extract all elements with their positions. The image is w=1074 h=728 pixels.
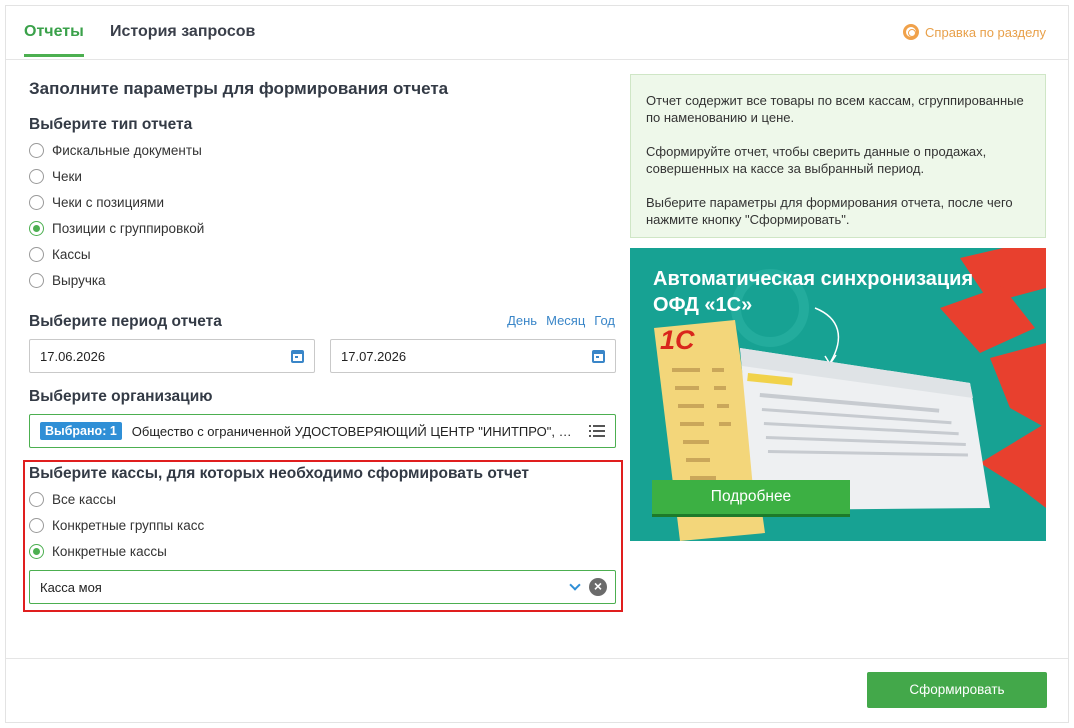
selected-count-badge: Выбрано: 1	[40, 422, 122, 440]
radio-button[interactable]	[29, 195, 44, 210]
info-paragraph: Отчет содержит все товары по всем кассам…	[646, 93, 1024, 125]
radio-label: Чеки с позициями	[52, 195, 165, 210]
radio-button[interactable]	[29, 273, 44, 288]
banner-more-button[interactable]: Подробнее	[652, 480, 850, 514]
radio-button[interactable]	[29, 169, 44, 184]
kassa-select[interactable]: Касса моя ×	[29, 570, 616, 604]
kassa-select-value: Касса моя	[40, 579, 102, 595]
date-to-input[interactable]: 17.07.2026	[330, 339, 616, 373]
radio-label: Все кассы	[52, 492, 116, 507]
active-tab-indicator	[24, 54, 84, 57]
help-link-label: Справка по разделу	[925, 24, 1046, 40]
radio-button[interactable]	[29, 492, 44, 507]
lifebuoy-icon	[903, 24, 920, 40]
radio-positions-grouped[interactable]: Позиции с группировкой	[29, 221, 204, 236]
generate-report-button[interactable]: Сформировать	[867, 672, 1047, 708]
info-paragraph: Выберите параметры для формирования отче…	[646, 195, 1013, 227]
kassa-heading: Выберите кассы, для которых необходимо с…	[29, 465, 529, 482]
list-icon[interactable]	[589, 425, 605, 437]
radio-button-checked[interactable]	[29, 544, 44, 559]
clear-icon[interactable]: ×	[589, 578, 607, 596]
radio-label: Позиции с группировкой	[52, 221, 205, 236]
radio-button[interactable]	[29, 518, 44, 533]
banner-title-line: Автоматическая синхронизация	[653, 268, 974, 290]
radio-label: Кассы	[52, 247, 91, 262]
tab-request-history[interactable]: История запросов	[110, 23, 255, 41]
radio-label: Конкретные группы касс	[52, 518, 205, 533]
radio-kassas[interactable]: Кассы	[29, 247, 91, 262]
logo-1c: 1С	[660, 325, 695, 355]
radio-receipts[interactable]: Чеки	[29, 169, 82, 184]
radio-receipts-with-positions[interactable]: Чеки с позициями	[29, 195, 164, 210]
radio-kassa-groups[interactable]: Конкретные группы касс	[29, 518, 204, 533]
period-link-year[interactable]: Год	[594, 313, 615, 328]
calendar-icon[interactable]	[291, 349, 304, 363]
date-from-input[interactable]: 17.06.2026	[29, 339, 315, 373]
radio-button[interactable]	[29, 143, 44, 158]
help-link[interactable]: Справка по разделу	[903, 24, 1046, 40]
info-paragraph: Сформируйте отчет, чтобы сверить данные …	[646, 144, 987, 176]
calendar-icon[interactable]	[592, 349, 605, 363]
report-type-heading: Выберите тип отчета	[29, 116, 193, 133]
radio-fiscal-documents[interactable]: Фискальные документы	[29, 143, 202, 158]
form-title: Заполните параметры для формирования отч…	[29, 79, 449, 98]
period-quick-links: День Месяц Год	[507, 313, 615, 328]
tab-reports[interactable]: Отчеты	[24, 23, 84, 41]
date-to-value: 17.07.2026	[341, 348, 407, 364]
tab-bar: Отчеты История запросов Справка по разде…	[6, 6, 1068, 60]
radio-specific-kassas[interactable]: Конкретные кассы	[29, 544, 167, 559]
radio-label: Фискальные документы	[52, 143, 202, 158]
radio-all-kassas[interactable]: Все кассы	[29, 492, 116, 507]
radio-button-checked[interactable]	[29, 221, 44, 236]
chevron-down-icon[interactable]	[569, 579, 581, 591]
period-link-month[interactable]: Месяц	[546, 313, 585, 328]
period-link-day[interactable]: День	[507, 313, 537, 328]
footer-divider	[6, 658, 1068, 659]
radio-button[interactable]	[29, 247, 44, 262]
period-heading: Выберите период отчета	[29, 313, 222, 330]
radio-label: Чеки	[52, 169, 82, 184]
banner-title: Автоматическая синхронизация ОФД «1С»	[653, 266, 973, 318]
promo-banner[interactable]: Автоматическая синхронизация ОФД «1С» 1С…	[630, 248, 1046, 541]
report-info-box: Отчет содержит все товары по всем кассам…	[630, 74, 1046, 238]
radio-label: Выручка	[52, 273, 106, 288]
radio-label: Конкретные кассы	[52, 544, 167, 559]
organization-select[interactable]: Выбрано: 1 Общество с ограниченной УДОСТ…	[29, 414, 616, 448]
banner-title-line: ОФД «1С»	[653, 294, 753, 316]
date-from-value: 17.06.2026	[40, 348, 106, 364]
report-page: Отчеты История запросов Справка по разде…	[5, 5, 1069, 723]
radio-revenue[interactable]: Выручка	[29, 273, 106, 288]
organization-value: Общество с ограниченной УДОСТОВЕРЯЮЩИЙ Ц…	[131, 423, 579, 439]
organization-heading: Выберите организацию	[29, 388, 213, 405]
